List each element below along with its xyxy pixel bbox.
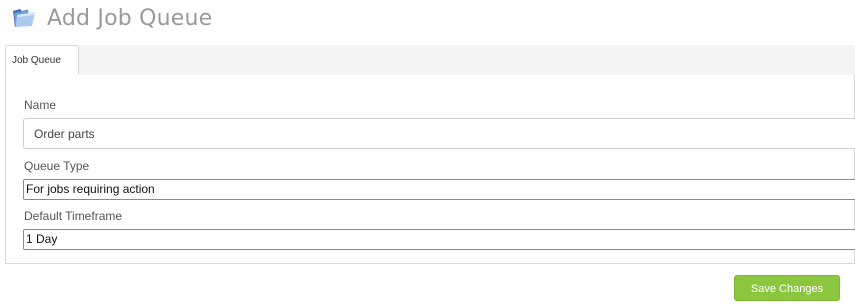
queue-type-label: Queue Type [24,159,90,173]
folder-icon [11,6,37,30]
page-title: Add Job Queue [47,5,213,31]
default-timeframe-select[interactable]: 1 Day [23,229,855,250]
name-label: Name [24,98,57,112]
default-timeframe-label: Default Timeframe [24,209,123,223]
page-header: Add Job Queue [11,3,212,33]
name-input[interactable] [23,118,855,149]
add-job-queue-page: Add Job Queue Job Queue Name Queue Type … [0,0,855,307]
tab-job-queue[interactable]: Job Queue [5,45,79,75]
queue-type-select[interactable]: For jobs requiring action [23,179,855,200]
save-changes-button[interactable]: Save Changes [734,275,840,301]
job-queue-panel: Name Queue Type For jobs requiring actio… [5,75,855,264]
tab-bar: Job Queue [5,45,855,76]
